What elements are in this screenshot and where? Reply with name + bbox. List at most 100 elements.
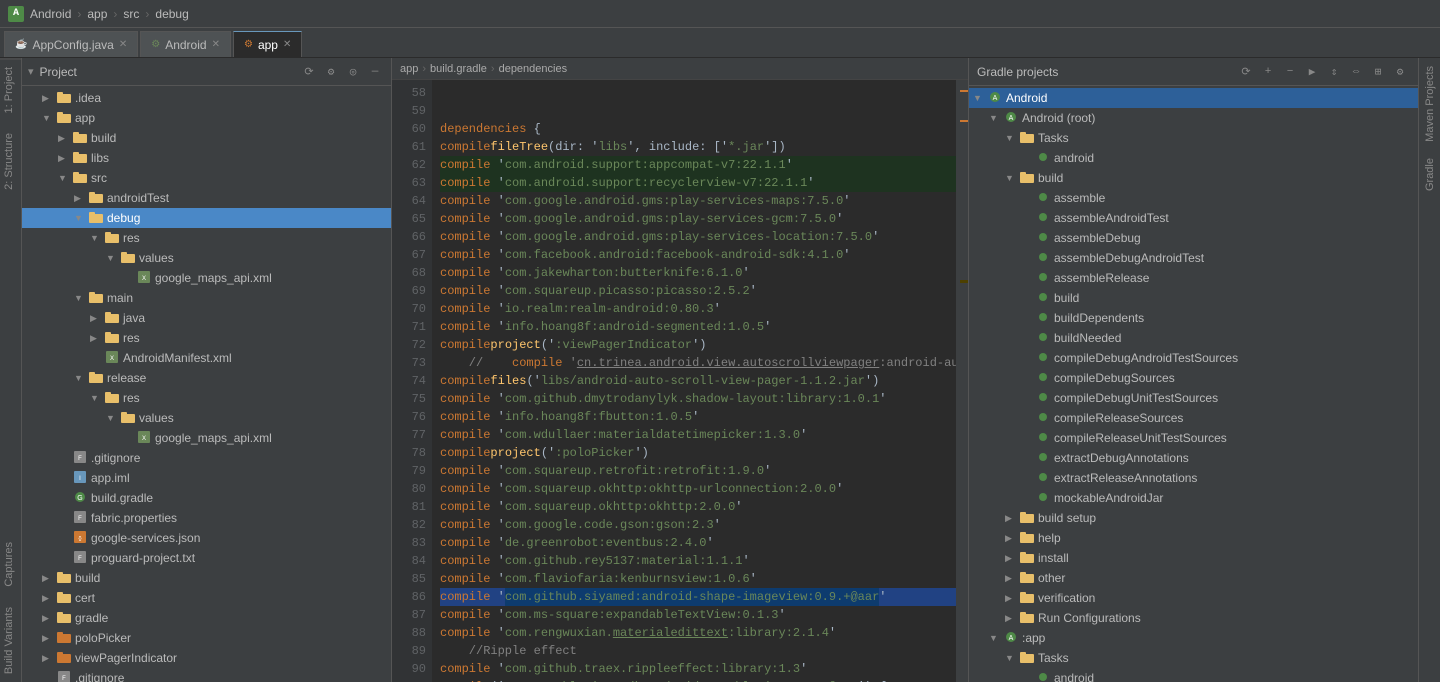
gradle-item-compileDebugSources[interactable]: compileDebugSources [969, 368, 1418, 388]
maven-projects-tab[interactable]: Maven Projects [1424, 58, 1436, 150]
code-line-81[interactable]: compile 'com.squareup.okhttp:okhttp:2.0.… [440, 498, 956, 516]
captures-tab[interactable]: Captures [0, 534, 21, 595]
gradle-item-run_configs[interactable]: Run Configurations [969, 608, 1418, 628]
code-line-66[interactable]: compile 'com.google.android.gms:play-ser… [440, 228, 956, 246]
gradle-item-tasks_app[interactable]: Tasks [969, 648, 1418, 668]
tree-item-gitignore_root[interactable]: F.gitignore [22, 668, 391, 682]
tree-item-res[interactable]: res [22, 228, 391, 248]
code-line-82[interactable]: compile 'com.google.code.gson:gson:2.3' [440, 516, 956, 534]
tree-item-androidmanifest[interactable]: XAndroidManifest.xml [22, 348, 391, 368]
tree-item-google_services[interactable]: {}google-services.json [22, 528, 391, 548]
gradle-item-build_setup[interactable]: build setup [969, 508, 1418, 528]
code-line-61[interactable]: compile fileTree(dir: 'libs', include: [… [440, 138, 956, 156]
code-line-67[interactable]: compile 'com.facebook.android:facebook-a… [440, 246, 956, 264]
tree-item-proguard[interactable]: Fproguard-project.txt [22, 548, 391, 568]
gradle-item-android_root_node[interactable]: AAndroid (root) [969, 108, 1418, 128]
code-line-71[interactable]: compile 'info.hoang8f:android-segmented:… [440, 318, 956, 336]
breadcrumb-app[interactable]: app [400, 63, 418, 75]
tree-item-cert[interactable]: cert [22, 588, 391, 608]
code-line-80[interactable]: compile 'com.squareup.okhttp:okhttp-urlc… [440, 480, 956, 498]
code-line-64[interactable]: compile 'com.google.android.gms:play-ser… [440, 192, 956, 210]
tree-item-gradle[interactable]: gradle [22, 608, 391, 628]
tree-item-gitignore[interactable]: F.gitignore [22, 448, 391, 468]
code-line-73[interactable]: // compile 'cn.trinea.android.view.autos… [440, 354, 956, 372]
gradle-item-buildDependents[interactable]: buildDependents [969, 308, 1418, 328]
tree-item-viewPagerIndicator[interactable]: viewPagerIndicator [22, 648, 391, 668]
gradle-item-compileReleaseUnitTestSources[interactable]: compileReleaseUnitTestSources [969, 428, 1418, 448]
panel-sync-btn[interactable]: ⟳ [299, 62, 319, 82]
gradle-item-app_node[interactable]: A:app [969, 628, 1418, 648]
code-line-78[interactable]: compile project(':poloPicker') [440, 444, 956, 462]
gradle-item-extractReleaseAnnotations[interactable]: extractReleaseAnnotations [969, 468, 1418, 488]
gradle-item-assemble[interactable]: assemble [969, 188, 1418, 208]
tree-item-debug[interactable]: debug [22, 208, 391, 228]
tree-item-main[interactable]: main [22, 288, 391, 308]
gradle-item-compileReleaseSources[interactable]: compileReleaseSources [969, 408, 1418, 428]
gradle-item-assembleDebugAndroidTest[interactable]: assembleDebugAndroidTest [969, 248, 1418, 268]
code-line-76[interactable]: compile 'info.hoang8f:fbutton:1.0.5' [440, 408, 956, 426]
code-line-83[interactable]: compile 'de.greenrobot:eventbus:2.4.0' [440, 534, 956, 552]
gradle-item-build_task[interactable]: build [969, 288, 1418, 308]
code-line-87[interactable]: compile 'com.ms-square:expandableTextVie… [440, 606, 956, 624]
breadcrumb-file[interactable]: build.gradle [430, 63, 487, 75]
build-variants-tab[interactable]: Build Variants [0, 599, 21, 682]
tree-item-release[interactable]: release [22, 368, 391, 388]
code-line-75[interactable]: compile 'com.github.dmytrodanylyk.shadow… [440, 390, 956, 408]
code-line-59[interactable] [440, 102, 956, 120]
gradle-item-android_app_task[interactable]: android [969, 668, 1418, 682]
tree-item-build_root[interactable]: build [22, 568, 391, 588]
tab-app-close[interactable]: ✕ [283, 39, 291, 50]
gradle-link-btn[interactable]: ⊞ [1368, 62, 1388, 82]
code-line-77[interactable]: compile 'com.wdullaer:materialdatetimepi… [440, 426, 956, 444]
code-line-88[interactable]: compile 'com.rengwuxian.materialedittext… [440, 624, 956, 642]
gradle-run-btn[interactable]: ▶ [1302, 62, 1322, 82]
gradle-item-tasks_android[interactable]: Tasks [969, 128, 1418, 148]
code-line-79[interactable]: compile 'com.squareup.retrofit:retrofit:… [440, 462, 956, 480]
code-line-86[interactable]: compile 'com.github.siyamed:android-shap… [440, 588, 956, 606]
code-line-89[interactable]: //Ripple effect [440, 642, 956, 660]
gradle-item-install[interactable]: install [969, 548, 1418, 568]
code-line-62[interactable]: compile 'com.android.support:appcompat-v… [440, 156, 956, 174]
gradle-item-buildNeeded[interactable]: buildNeeded [969, 328, 1418, 348]
gradle-collapse-btn[interactable]: ⇔ [1346, 62, 1366, 82]
panel-settings-btn[interactable]: ⚙ [321, 62, 341, 82]
panel-collapse-btn[interactable]: — [365, 62, 385, 82]
tree-item-google_maps_api_debug[interactable]: Xgoogle_maps_api.xml [22, 268, 391, 288]
code-content[interactable]: dependencies { compile fileTree(dir: 'li… [432, 80, 956, 682]
tree-item-values_release[interactable]: values [22, 408, 391, 428]
gradle-tab[interactable]: Gradle [1424, 150, 1436, 199]
code-line-84[interactable]: compile 'com.github.rey5137:material:1.1… [440, 552, 956, 570]
gradle-sync-btn[interactable]: ⟳ [1236, 62, 1256, 82]
code-line-90[interactable]: compile 'com.github.traex.rippleeffect:l… [440, 660, 956, 678]
tree-item-values[interactable]: values [22, 248, 391, 268]
tree-item-build[interactable]: build [22, 128, 391, 148]
gradle-item-extractDebugAnnotations[interactable]: extractDebugAnnotations [969, 448, 1418, 468]
gradle-remove-btn[interactable]: − [1280, 62, 1300, 82]
gradle-item-verification[interactable]: verification [969, 588, 1418, 608]
gradle-item-build_node[interactable]: build [969, 168, 1418, 188]
gradle-item-android_task[interactable]: android [969, 148, 1418, 168]
tree-item-res_release[interactable]: res [22, 388, 391, 408]
code-line-69[interactable]: compile 'com.squareup.picasso:picasso:2.… [440, 282, 956, 300]
code-line-60[interactable]: dependencies { [440, 120, 956, 138]
gradle-item-assembleDebug[interactable]: assembleDebug [969, 228, 1418, 248]
gradle-item-mockableAndroidJar[interactable]: mockableAndroidJar [969, 488, 1418, 508]
structure-panel-tab[interactable]: 2: Structure [0, 125, 21, 198]
gradle-item-help[interactable]: help [969, 528, 1418, 548]
tree-item-build_gradle[interactable]: Gbuild.gradle [22, 488, 391, 508]
code-line-68[interactable]: compile 'com.jakewharton:butterknife:6.1… [440, 264, 956, 282]
code-line-91[interactable]: compile('com.crashlytics.sdk.android:cra… [440, 678, 956, 682]
code-line-72[interactable]: compile project(':viewPagerIndicator') [440, 336, 956, 354]
gradle-add-btn[interactable]: + [1258, 62, 1278, 82]
gradle-item-compileDebugAndroidTestSources[interactable]: compileDebugAndroidTestSources [969, 348, 1418, 368]
breadcrumb-dependencies[interactable]: dependencies [499, 63, 568, 75]
gradle-settings-btn[interactable]: ⚙ [1390, 62, 1410, 82]
code-line-70[interactable]: compile 'io.realm:realm-android:0.80.3' [440, 300, 956, 318]
gradle-item-assembleAndroidTest[interactable]: assembleAndroidTest [969, 208, 1418, 228]
code-area[interactable]: 5859606162636465666768697071727374757677… [392, 80, 968, 682]
tab-android[interactable]: ⚙ Android ✕ [140, 31, 231, 57]
code-line-65[interactable]: compile 'com.google.android.gms:play-ser… [440, 210, 956, 228]
project-panel-tab[interactable]: 1: Project [0, 58, 21, 121]
code-line-74[interactable]: compile files('libs/android-auto-scroll-… [440, 372, 956, 390]
tree-item-poloPicker[interactable]: poloPicker [22, 628, 391, 648]
